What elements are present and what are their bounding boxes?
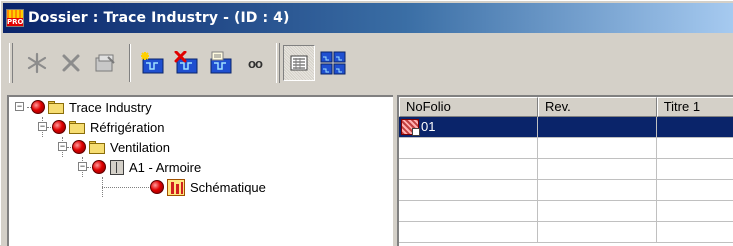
schematic-icon — [167, 178, 185, 196]
table-row[interactable] — [399, 180, 733, 201]
glasses-icon: oo — [248, 55, 263, 71]
collapse-toggle[interactable]: − — [58, 142, 67, 151]
remove-schematic-icon — [174, 51, 198, 74]
table-cell — [399, 222, 538, 242]
table-cell — [538, 180, 657, 200]
column-header-titre1[interactable]: Titre 1 — [656, 97, 733, 117]
grid-view-icon — [320, 51, 346, 75]
column-header-rev[interactable]: Rev. — [537, 97, 657, 117]
project-tree[interactable]: − − − − Trace Industry Réfrigération Ven… — [7, 95, 393, 246]
toolbar-separator — [129, 44, 131, 82]
table-row[interactable]: 01 — [399, 117, 733, 138]
table-cell — [657, 201, 733, 221]
view-button[interactable]: oo — [239, 45, 271, 81]
list-view-icon — [290, 55, 308, 71]
add-schematic-icon — [141, 52, 164, 74]
collapse-toggle[interactable]: − — [78, 162, 87, 171]
table-cell — [657, 138, 733, 158]
tree-node-label: Schématique — [190, 179, 266, 195]
toolbar-grip[interactable] — [9, 43, 13, 83]
toolbar-grip-2[interactable] — [276, 43, 280, 83]
folder-icon — [48, 100, 64, 114]
remove-schematic-button[interactable] — [171, 45, 203, 81]
collapse-toggle[interactable]: − — [15, 102, 24, 111]
status-ball-icon — [52, 120, 66, 134]
folio-grid[interactable]: NoFolio Rev. Titre 1 01 — [397, 95, 733, 246]
window-title: Dossier : Trace Industry - (ID : 4) — [28, 10, 290, 26]
new-item-button[interactable] — [21, 45, 53, 81]
table-cell — [657, 222, 733, 242]
table-row[interactable] — [399, 159, 733, 180]
table-row[interactable] — [399, 222, 733, 243]
grid-header: NoFolio Rev. Titre 1 — [399, 97, 733, 117]
list-view-button[interactable] — [283, 45, 315, 81]
tree-node-trace-industry[interactable]: Trace Industry — [31, 97, 152, 117]
status-ball-icon — [92, 160, 106, 174]
table-cell — [657, 159, 733, 179]
table-cell — [399, 138, 538, 158]
table-cell — [399, 159, 538, 179]
table-cell — [657, 180, 733, 200]
add-schematic-button[interactable] — [137, 45, 169, 81]
tree-node-label: Ventilation — [110, 139, 170, 155]
table-row[interactable] — [399, 138, 733, 159]
tree-node-label: Réfrigération — [90, 119, 165, 135]
table-cell — [538, 222, 657, 242]
delete-button[interactable] — [55, 45, 87, 81]
table-cell — [399, 201, 538, 221]
tree-node-label: A1 - Armoire — [129, 159, 202, 175]
column-header-nofolio[interactable]: NoFolio — [399, 97, 538, 117]
tree-node-refrigeration[interactable]: Réfrigération — [52, 117, 164, 137]
edit-schematic-button[interactable] — [205, 45, 237, 81]
tree-node-schematique[interactable]: Schématique — [150, 177, 266, 197]
table-cell — [538, 117, 657, 137]
table-cell — [656, 117, 733, 137]
grid-view-button[interactable] — [317, 45, 349, 81]
cabinet-icon — [110, 159, 124, 175]
status-ball-icon — [31, 100, 45, 114]
app-pro-icon[interactable]: PRO — [6, 9, 24, 27]
table-cell — [399, 180, 538, 200]
collapse-toggle[interactable]: − — [38, 122, 47, 131]
table-cell — [538, 201, 657, 221]
title-bar[interactable]: PRO Dossier : Trace Industry - (ID : 4) — [3, 3, 733, 33]
dossier-window: PRO Dossier : Trace Industry - (ID : 4) — [0, 0, 733, 246]
asterisk-icon — [27, 52, 47, 74]
table-cell: 01 — [399, 117, 538, 137]
properties-button[interactable] — [89, 45, 121, 81]
status-ball-icon — [150, 180, 164, 194]
properties-icon — [95, 54, 115, 72]
cross-icon — [62, 54, 80, 72]
folio-icon — [401, 119, 420, 136]
edit-schematic-icon — [210, 51, 232, 74]
tree-node-a1-armoire[interactable]: A1 - Armoire — [92, 157, 201, 177]
folder-icon — [69, 120, 85, 134]
folder-icon — [89, 140, 105, 154]
tree-node-ventilation[interactable]: Ventilation — [72, 137, 170, 157]
tree-node-label: Trace Industry — [69, 99, 152, 115]
table-cell — [538, 159, 657, 179]
table-row[interactable] — [399, 201, 733, 222]
toolbar: oo — [3, 37, 733, 89]
table-cell — [538, 138, 657, 158]
status-ball-icon — [72, 140, 86, 154]
